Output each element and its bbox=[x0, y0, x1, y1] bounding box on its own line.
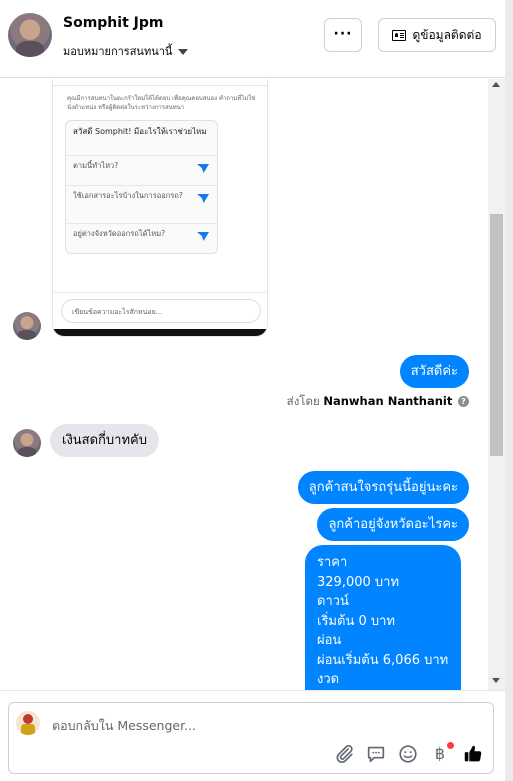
send-arrow-icon bbox=[197, 164, 209, 173]
shared-screenshot-image[interactable]: คุณมีการสนทนาในตะกร้าใหม่ใต้ได้ตอบ เพื่อ… bbox=[52, 79, 268, 337]
contact-card-icon bbox=[392, 29, 407, 41]
reply-input-box[interactable] bbox=[8, 702, 494, 774]
price-line: งวด bbox=[317, 672, 340, 687]
incoming-message[interactable]: เงินสดกี่บาทคับ bbox=[50, 424, 159, 457]
screenshot-question: ใช้เอกสารอะไรบ้างในการออกรถ? bbox=[66, 185, 217, 223]
notification-dot bbox=[447, 742, 454, 749]
customer-name[interactable]: Somphit Jpm bbox=[63, 15, 163, 31]
price-line: เริ่มต้น 0 บาท bbox=[317, 613, 395, 629]
sender-name: Nanwhan Nanthanit bbox=[323, 394, 453, 408]
info-icon[interactable]: ? bbox=[458, 396, 469, 407]
screenshot-bottom-bar bbox=[53, 329, 267, 336]
screenshot-faq-panel: สวัสดี Somphit! มีอะไรให้เราช่วยไหม ตามน… bbox=[65, 120, 218, 254]
price-line: ผ่อนเริ่มต้น 6,066 บาท bbox=[317, 652, 449, 668]
assign-conversation-label: มอบหมายการสนทนานี้ bbox=[63, 45, 173, 58]
view-contact-button[interactable]: ดูข้อมูลติดต่อ bbox=[378, 18, 496, 52]
price-line: ดาวน์ bbox=[317, 594, 349, 609]
screenshot-question-text: อยู่ต่างจังหวัดออกรถได้ไหม? bbox=[73, 229, 166, 238]
customer-avatar[interactable] bbox=[8, 13, 52, 57]
outgoing-message[interactable]: ลูกค้าสนใจรถรุ่นนี้อยู่นะคะ bbox=[297, 471, 469, 504]
screenshot-notice-text: คุณมีการสนทนาในตะกร้าใหม่ใต้ได้ตอบ เพื่อ… bbox=[67, 95, 256, 111]
view-contact-label: ดูข้อมูลติดต่อ bbox=[412, 27, 482, 42]
screenshot-greeting: สวัสดี Somphit! มีอะไรให้เราช่วยไหม bbox=[73, 127, 207, 136]
screenshot-question-text: ตามนี้ทำไหว? bbox=[73, 161, 119, 170]
customer-avatar-small bbox=[13, 429, 41, 457]
page-avatar bbox=[16, 711, 40, 735]
price-line: 329,000 บาท bbox=[317, 574, 400, 590]
chat-bubble-icon[interactable] bbox=[365, 743, 387, 765]
send-arrow-icon bbox=[197, 194, 209, 203]
screenshot-question-text: ใช้เอกสารอะไรบ้างในการออกรถ? bbox=[73, 191, 183, 200]
outgoing-message[interactable]: สวัสดีค่ะ bbox=[399, 355, 469, 388]
reply-input-placeholder[interactable]: ตอบกลับใน Messenger... bbox=[52, 716, 196, 736]
sent-by-prefix: ส่งโดย bbox=[286, 394, 320, 408]
emoji-icon[interactable] bbox=[397, 743, 419, 765]
price-line: ราคา bbox=[317, 555, 348, 570]
more-options-button[interactable]: ··· bbox=[324, 18, 362, 52]
scrollbar-thumb[interactable] bbox=[490, 214, 503, 456]
customer-avatar-small bbox=[13, 312, 41, 340]
send-arrow-icon bbox=[197, 232, 209, 241]
outgoing-price-message[interactable]: ราคา 329,000 บาท ดาวน์ เริ่มต้น 0 บาท ผ่… bbox=[305, 545, 461, 690]
window-edge bbox=[505, 0, 513, 781]
caret-down-icon bbox=[178, 49, 189, 55]
price-line: ผ่อน bbox=[317, 633, 342, 648]
sent-by-label: ส่งโดย Nanwhan Nanthanit ? bbox=[287, 393, 469, 411]
screenshot-input: เขียนข้อความอะไรสักหน่อย... bbox=[61, 299, 261, 323]
screenshot-question: อยู่ต่างจังหวัดออกรถได้ไหม? bbox=[66, 223, 217, 253]
scroll-down-arrow-icon[interactable] bbox=[492, 678, 500, 683]
outgoing-message[interactable]: ลูกค้าอยู่จังหวัดอะไรคะ bbox=[317, 508, 469, 541]
paperclip-icon[interactable] bbox=[333, 743, 355, 765]
thumbs-up-icon[interactable] bbox=[462, 743, 484, 765]
screenshot-divider bbox=[53, 292, 267, 293]
scroll-up-arrow-icon[interactable] bbox=[492, 82, 500, 87]
assign-conversation-dropdown[interactable]: มอบหมายการสนทนานี้ bbox=[63, 42, 189, 60]
screenshot-divider bbox=[53, 85, 267, 86]
screenshot-question: ตามนี้ทำไหว? bbox=[66, 155, 217, 185]
